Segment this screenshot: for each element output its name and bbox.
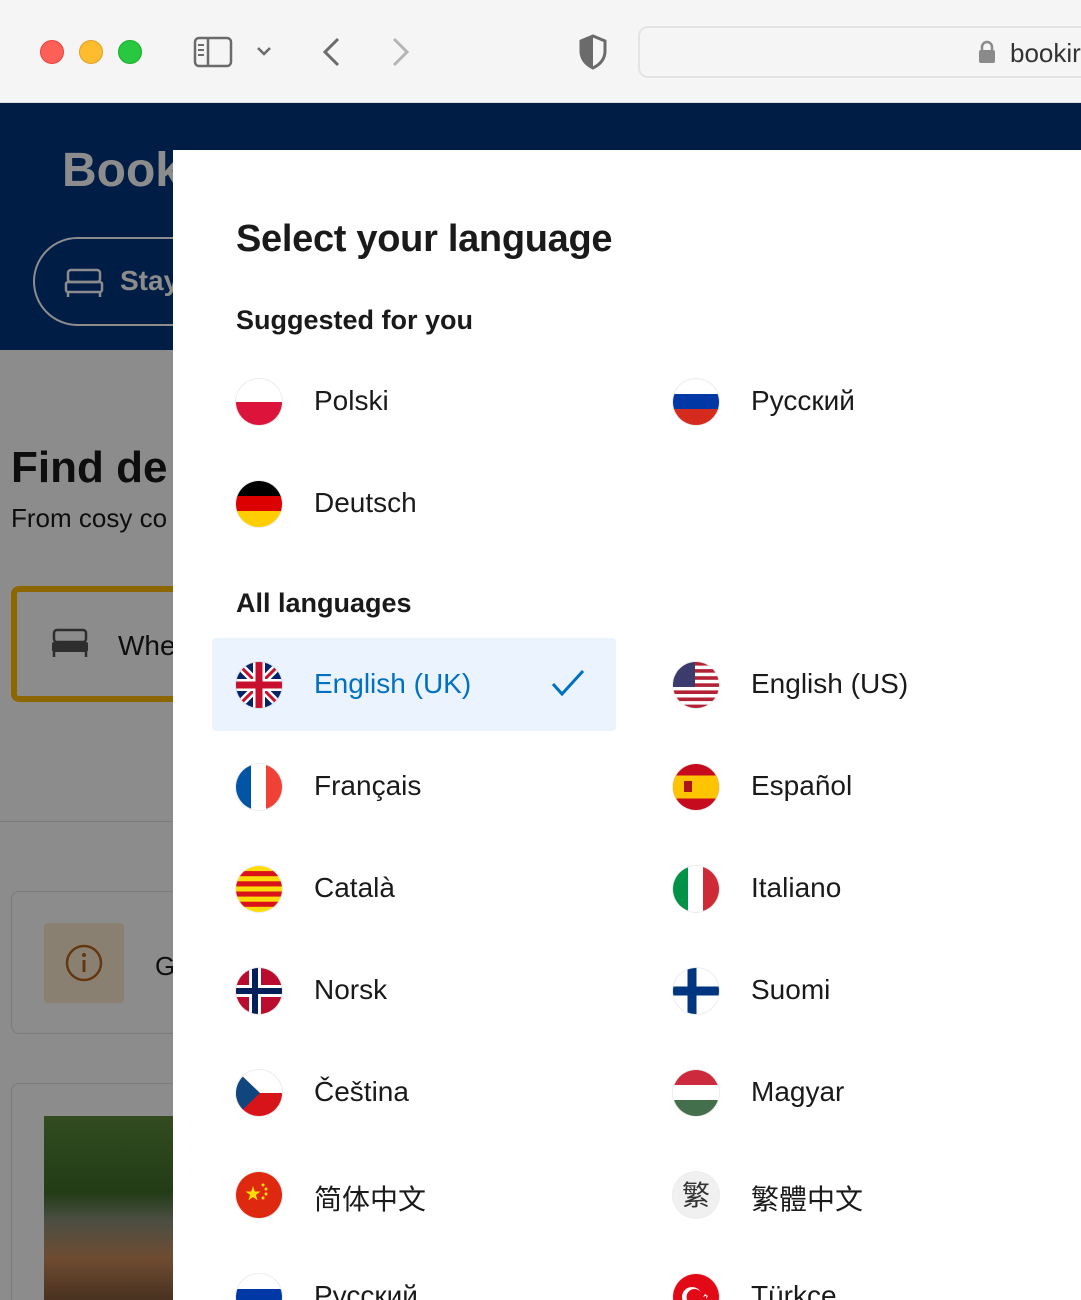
language-option-english-us[interactable]: English (US) — [649, 638, 1053, 731]
language-label: Türkçe — [751, 1280, 837, 1300]
language-option-traditional-chinese[interactable]: 繁 繁體中文 — [649, 1148, 1053, 1241]
china-flag-icon — [236, 1172, 282, 1218]
language-label: Magyar — [751, 1076, 845, 1107]
language-label: Español — [751, 770, 853, 801]
language-label: 简体中文 — [314, 1184, 427, 1215]
finland-flag-icon — [673, 968, 719, 1014]
language-option-magyar[interactable]: Magyar — [649, 1046, 1053, 1139]
language-option-english-uk[interactable]: English (UK) — [212, 638, 616, 731]
russia-flag-icon — [236, 1274, 282, 1300]
turkey-flag-icon — [673, 1274, 719, 1300]
back-arrow-icon[interactable] — [320, 36, 342, 73]
all-languages-section-title: All languages — [236, 588, 412, 618]
germany-flag-icon — [236, 481, 282, 527]
hungary-flag-icon — [673, 1070, 719, 1116]
language-label: Polski — [314, 385, 389, 416]
italy-flag-icon — [673, 866, 719, 912]
language-label: Čeština — [314, 1076, 409, 1107]
spain-flag-icon — [673, 764, 719, 810]
language-option-turkce[interactable]: Türkçe — [649, 1250, 1053, 1300]
minimize-window-button[interactable] — [79, 40, 103, 64]
language-option-russian[interactable]: Русский — [649, 355, 1053, 448]
language-option-deutsch[interactable]: Deutsch — [212, 457, 616, 550]
sidebar-toggle-icon[interactable] — [193, 36, 233, 73]
language-label: Deutsch — [314, 487, 417, 518]
lock-icon — [978, 40, 996, 69]
language-modal: Select your language Suggested for you P… — [173, 150, 1081, 1300]
language-label: Français — [314, 770, 422, 801]
czech-flag-icon — [236, 1070, 282, 1116]
norway-flag-icon — [236, 968, 282, 1014]
language-option-suomi[interactable]: Suomi — [649, 944, 1053, 1037]
traditional-chinese-char-icon: 繁 — [673, 1172, 719, 1218]
language-label: 繁體中文 — [751, 1184, 864, 1215]
language-option-catala[interactable]: Català — [212, 842, 616, 935]
svg-text:繁: 繁 — [682, 1179, 710, 1212]
privacy-shield-icon[interactable] — [578, 34, 608, 75]
browser-toolbar: bookir — [0, 0, 1081, 103]
language-option-cestina[interactable]: Čeština — [212, 1046, 616, 1139]
forward-arrow-icon[interactable] — [390, 36, 412, 73]
language-label: Norsk — [314, 974, 388, 1005]
uk-flag-icon — [236, 662, 282, 708]
russia-flag-icon — [673, 379, 719, 425]
language-option-espanol[interactable]: Español — [649, 740, 1053, 833]
language-label: Русский — [751, 385, 855, 416]
catalonia-flag-icon — [236, 866, 282, 912]
language-option-simplified-chinese[interactable]: 简体中文 — [212, 1148, 616, 1241]
language-option-norsk[interactable]: Norsk — [212, 944, 616, 1037]
chevron-down-icon[interactable] — [256, 44, 272, 62]
usa-flag-icon — [673, 662, 719, 708]
checkmark-icon — [550, 668, 586, 703]
france-flag-icon — [236, 764, 282, 810]
language-option-francais[interactable]: Français — [212, 740, 616, 833]
suggested-section-title: Suggested for you — [236, 305, 474, 335]
zoom-window-button[interactable] — [118, 40, 142, 64]
address-bar-url[interactable]: bookir — [1010, 38, 1081, 69]
language-label: Русский — [314, 1280, 418, 1300]
language-label: Suomi — [751, 974, 831, 1005]
language-option-russian-all[interactable]: Русский — [212, 1250, 616, 1300]
language-label: English (UK) — [314, 668, 472, 699]
language-label: Italiano — [751, 872, 842, 903]
language-option-italiano[interactable]: Italiano — [649, 842, 1053, 935]
poland-flag-icon — [236, 379, 282, 425]
language-label: English (US) — [751, 668, 909, 699]
language-label: Català — [314, 872, 395, 903]
language-option-polski[interactable]: Polski — [212, 355, 616, 448]
close-window-button[interactable] — [40, 40, 64, 64]
modal-title: Select your language — [236, 218, 613, 260]
